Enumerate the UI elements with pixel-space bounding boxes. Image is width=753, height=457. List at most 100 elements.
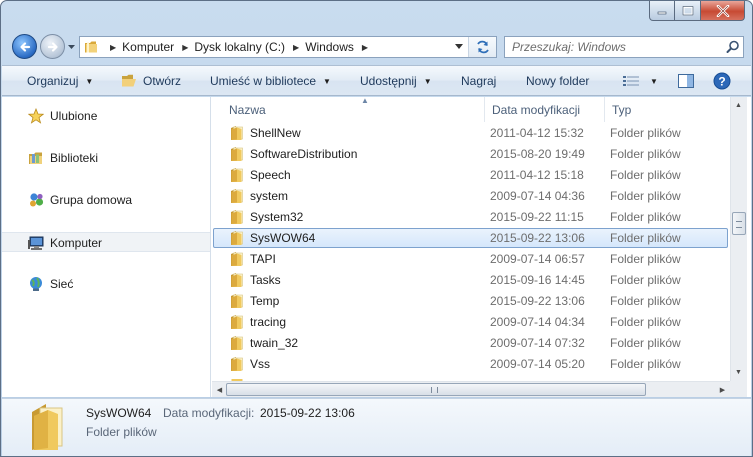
file-name: system (250, 189, 289, 203)
sidebar-item-network[interactable]: Sieć (2, 274, 210, 294)
include-in-library-button[interactable]: Umieść w bibliotece ▼ (210, 66, 331, 96)
horizontal-scroll-thumb[interactable] (226, 383, 646, 396)
breadcrumb-item-windows[interactable]: Windows (305, 40, 354, 54)
breadcrumb-arrow-icon[interactable]: ▶ (293, 43, 299, 52)
file-row[interactable]: Speech 2011-04-12 15:18 Folder plików (212, 165, 729, 186)
file-row[interactable]: Temp 2015-09-22 13:06 Folder plików (212, 291, 729, 312)
sidebar-item-favorites[interactable]: Ulubione (2, 106, 210, 126)
file-date: 2009-07-14 04:34 (490, 315, 585, 329)
sidebar-item-label: Biblioteki (50, 151, 99, 165)
file-row[interactable]: Tasks 2015-09-16 14:45 Folder plików (212, 270, 729, 291)
file-name: Vss (250, 357, 271, 371)
burn-button[interactable]: Nagraj (461, 66, 496, 96)
breadcrumb-item-computer[interactable]: Komputer (122, 40, 174, 54)
forward-arrow-icon (47, 42, 58, 52)
file-name: System32 (250, 210, 304, 224)
vertical-scrollbar[interactable]: ▲ ▼ (730, 97, 747, 381)
chevron-down-icon: ▼ (650, 76, 658, 86)
preview-pane-button[interactable] (678, 66, 694, 96)
svg-text:?: ? (718, 75, 725, 89)
breadcrumb-arrow-icon[interactable]: ▶ (182, 43, 188, 52)
sidebar-item-libraries[interactable]: Biblioteki (2, 148, 210, 168)
search-input[interactable] (505, 40, 723, 54)
sidebar-item-homegroup[interactable]: Grupa domowa (2, 190, 210, 210)
chevron-down-icon: ▼ (85, 76, 94, 86)
column-header-label: Data modyfikacji (492, 102, 581, 117)
folder-icon (231, 315, 243, 329)
file-name: SysWOW64 (250, 231, 316, 245)
scroll-left-button[interactable]: ◀ (212, 382, 227, 397)
breadcrumb-arrow-icon[interactable]: ▶ (110, 43, 116, 52)
back-arrow-icon (20, 42, 31, 52)
homegroup-icon (27, 192, 45, 208)
column-header-type[interactable]: Typ (605, 97, 729, 122)
file-row[interactable]: ShellNew 2011-04-12 15:32 Folder plików (212, 123, 729, 144)
star-icon (27, 108, 45, 124)
file-row[interactable]: SysWOW64 2015-09-22 13:06 Folder plików (212, 228, 729, 249)
address-history-dropdown[interactable] (452, 37, 466, 57)
file-date: 2011-04-12 15:32 (490, 126, 584, 140)
breadcrumb-item-drive[interactable]: Dysk lokalny (C:) (194, 40, 285, 54)
file-type: Folder plików (610, 126, 681, 140)
details-date-label: Data modyfikacji: (163, 406, 255, 420)
file-row[interactable]: system 2009-07-14 04:36 Folder plików (212, 186, 729, 207)
large-folder-icon (32, 404, 63, 450)
file-name: TAPI (250, 252, 276, 266)
recent-pages-dropdown[interactable] (67, 43, 76, 51)
address-bar[interactable]: ▶ Komputer ▶ Dysk lokalny (C:) ▶ Windows… (79, 36, 497, 58)
organize-label: Organizuj (27, 74, 79, 88)
file-name: Tasks (250, 273, 281, 287)
chevron-down-icon: ▼ (323, 76, 331, 86)
scroll-down-button[interactable]: ▼ (731, 365, 746, 380)
explorer-content: Ulubione Biblioteki Grupa domowa Kompute… (2, 97, 751, 397)
change-view-button[interactable]: ▼ (623, 66, 658, 96)
search-icon[interactable] (723, 37, 743, 57)
breadcrumb-arrow-icon[interactable]: ▶ (362, 43, 368, 52)
network-icon (27, 276, 45, 292)
column-header-date[interactable]: Data modyfikacji (485, 97, 605, 122)
back-button[interactable] (12, 34, 37, 59)
horizontal-scrollbar[interactable]: ◀ ▶ (212, 381, 730, 397)
vertical-scroll-thumb[interactable] (732, 212, 746, 235)
minimize-button[interactable] (649, 1, 675, 21)
file-name: tracing (250, 315, 287, 329)
file-row[interactable]: Vss 2009-07-14 05:20 Folder plików (212, 354, 729, 375)
refresh-button[interactable] (468, 37, 496, 57)
sidebar-item-computer[interactable]: Komputer (2, 232, 210, 252)
preview-pane-icon (678, 74, 694, 88)
file-row[interactable]: System32 2015-09-22 11:15 Folder plików (212, 207, 729, 228)
scroll-right-button[interactable]: ▶ (715, 382, 730, 397)
file-type: Folder plików (610, 231, 681, 245)
file-row[interactable]: twain_32 2009-07-14 07:32 Folder plików (212, 333, 729, 354)
folder-icon (231, 231, 243, 245)
file-name: SoftwareDistribution (250, 147, 358, 161)
folder-icon (231, 273, 243, 287)
organize-button[interactable]: Organizuj ▼ (27, 66, 93, 96)
scroll-up-button[interactable]: ▲ (731, 98, 746, 113)
burn-label: Nagraj (461, 74, 497, 88)
new-folder-button[interactable]: Nowy folder (526, 66, 589, 96)
share-button[interactable]: Udostępnij ▼ (360, 66, 432, 96)
close-icon (716, 4, 729, 17)
open-folder-icon (121, 74, 138, 88)
file-row[interactable]: tracing 2009-07-14 04:34 Folder plików (212, 312, 729, 333)
file-type: Folder plików (610, 210, 681, 224)
share-label: Udostępnij (360, 74, 417, 88)
file-row[interactable]: TAPI 2009-07-14 06:57 Folder plików (212, 249, 729, 270)
file-name: Speech (250, 168, 291, 182)
file-date: 2009-07-14 05:20 (490, 357, 585, 371)
forward-button[interactable] (40, 34, 65, 59)
maximize-button[interactable] (675, 1, 701, 21)
open-button[interactable]: Otwórz (121, 66, 181, 96)
file-row[interactable]: SoftwareDistribution 2015-08-20 19:49 Fold… (212, 144, 729, 165)
minimize-icon (657, 11, 667, 14)
close-button[interactable] (701, 1, 745, 21)
breadcrumb: ▶ Komputer ▶ Dysk lokalny (C:) ▶ Windows… (102, 37, 374, 57)
file-type: Folder plików (610, 294, 681, 308)
help-button[interactable]: ? (713, 66, 731, 96)
column-header-name[interactable]: Nazwa ▲ (222, 97, 485, 122)
maximize-icon (682, 5, 693, 15)
folder-icon (231, 294, 243, 308)
file-date: 2011-04-12 15:18 (490, 168, 584, 182)
chevron-down-icon: ▼ (423, 76, 432, 86)
